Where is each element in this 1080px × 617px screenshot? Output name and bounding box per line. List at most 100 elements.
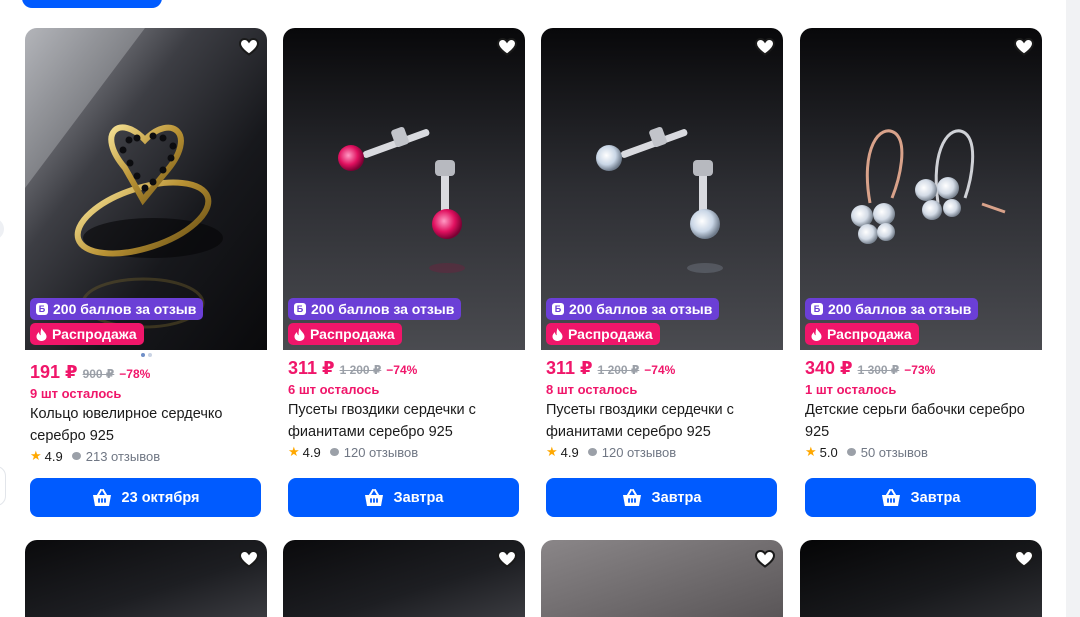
- product-card[interactable]: [541, 540, 783, 617]
- product-image[interactable]: Б 200 баллов за отзыв Распродажа: [283, 28, 525, 350]
- product-photo: [283, 540, 525, 617]
- discount: −74%: [386, 363, 418, 377]
- favorite-button[interactable]: [237, 547, 261, 571]
- favorite-button[interactable]: [237, 35, 261, 59]
- sale-badge-label: Распродажа: [568, 326, 653, 342]
- basket-icon: [622, 488, 641, 506]
- favorite-button[interactable]: [495, 35, 519, 59]
- carousel-edge-control[interactable]: [0, 218, 4, 240]
- stock-left: 1 шт осталось: [805, 382, 897, 397]
- add-to-cart-button[interactable]: Завтра: [805, 478, 1036, 517]
- product-card[interactable]: [25, 540, 267, 617]
- heart-icon: [239, 38, 259, 56]
- product-card[interactable]: Б 200 баллов за отзыв Распродажа 311 ₽ 1…: [541, 28, 783, 517]
- chat-bubble-icon: [846, 448, 856, 456]
- chat-bubble-icon: [329, 448, 339, 456]
- reviews-count: 120 отзывов: [343, 444, 419, 460]
- product-image[interactable]: [25, 540, 267, 617]
- points-b-icon: Б: [811, 303, 823, 315]
- rating-row[interactable]: ★ 5.0 50 отзывов: [805, 444, 1037, 460]
- heart-icon: [755, 38, 775, 56]
- image-pager-dots[interactable]: [141, 353, 152, 357]
- points-badge-label: 200 баллов за отзыв: [311, 301, 455, 317]
- product-card[interactable]: [800, 540, 1042, 617]
- delivery-label: Завтра: [910, 489, 961, 506]
- rating-value: 4.9: [302, 444, 321, 460]
- reviews-count: 50 отзывов: [860, 444, 928, 460]
- old-price: 1 200 ₽: [339, 363, 382, 377]
- pager-dot[interactable]: [148, 353, 152, 357]
- product-title[interactable]: Детские серьги бабочки серебро 925: [805, 399, 1037, 443]
- top-button-fragment[interactable]: [22, 0, 162, 8]
- heart-icon: [239, 550, 259, 568]
- product-photo: [25, 540, 267, 617]
- delivery-label: 23 октября: [121, 489, 200, 506]
- star-icon: ★: [288, 444, 300, 459]
- discount: −73%: [904, 363, 936, 377]
- product-image[interactable]: [283, 540, 525, 617]
- sale-badge: Распродажа: [288, 323, 402, 345]
- sale-badge: Распродажа: [546, 323, 660, 345]
- points-b-icon: Б: [552, 303, 564, 315]
- rating-row[interactable]: ★ 4.9 120 отзывов: [288, 444, 520, 460]
- rating-row[interactable]: ★ 4.9 213 отзывов: [30, 448, 262, 464]
- product-card[interactable]: [283, 540, 525, 617]
- add-to-cart-button[interactable]: 23 октября: [30, 478, 261, 517]
- price: 340 ₽: [805, 358, 853, 378]
- add-to-cart-button[interactable]: Завтра: [546, 478, 777, 517]
- old-price: 1 300 ₽: [857, 363, 900, 377]
- basket-icon: [364, 488, 383, 506]
- rating-value: 5.0: [819, 444, 838, 460]
- reviews-count: 120 отзывов: [601, 444, 677, 460]
- stock-left: 8 шт осталось: [546, 382, 638, 397]
- product-photo: [800, 540, 1042, 617]
- old-price: 900 ₽: [82, 367, 115, 381]
- product-title[interactable]: Пусеты гвоздики сердечки с фианитами сер…: [546, 399, 778, 443]
- chat-bubble-icon: [587, 448, 597, 456]
- points-badge: Б 200 баллов за отзыв: [30, 298, 204, 320]
- star-icon: ★: [30, 448, 42, 463]
- product-card[interactable]: Б 200 баллов за отзыв Распродажа 191 ₽ 9…: [25, 28, 267, 517]
- product-image[interactable]: Б 200 баллов за отзыв Распродажа: [25, 28, 267, 350]
- favorite-button[interactable]: [1012, 35, 1036, 59]
- product-title[interactable]: Пусеты гвоздики сердечки с фианитами сер…: [288, 399, 520, 443]
- heart-icon: [497, 550, 517, 568]
- favorite-button[interactable]: [1012, 547, 1036, 571]
- sale-badge: Распродажа: [30, 323, 144, 345]
- rating-value: 4.9: [560, 444, 579, 460]
- product-image[interactable]: [541, 540, 783, 617]
- reviews-count: 213 отзывов: [85, 448, 161, 464]
- add-to-cart-button[interactable]: Завтра: [288, 478, 519, 517]
- star-icon: ★: [546, 444, 558, 459]
- product-image[interactable]: [800, 540, 1042, 617]
- product-title[interactable]: Кольцо ювелирное сердечко серебро 925: [30, 403, 262, 447]
- sale-badge-label: Распродажа: [310, 326, 395, 342]
- points-badge-label: 200 баллов за отзыв: [828, 301, 972, 317]
- sale-badge-label: Распродажа: [52, 326, 137, 342]
- scrollbar[interactable]: [1066, 0, 1080, 617]
- stock-left: 9 шт осталось: [30, 386, 122, 401]
- heart-icon: [497, 38, 517, 56]
- favorite-button[interactable]: [753, 547, 777, 571]
- heart-icon: [1014, 38, 1034, 56]
- sale-badge: Распродажа: [805, 323, 919, 345]
- rating-row[interactable]: ★ 4.9 120 отзывов: [546, 444, 778, 460]
- fire-icon: [36, 327, 47, 341]
- price: 311 ₽: [288, 358, 335, 378]
- pager-dot[interactable]: [141, 353, 145, 357]
- points-badge: Б 200 баллов за отзыв: [546, 298, 720, 320]
- favorite-button[interactable]: [753, 35, 777, 59]
- product-image[interactable]: Б 200 баллов за отзыв Распродажа: [541, 28, 783, 350]
- side-panel-edge[interactable]: [0, 466, 6, 506]
- favorite-button[interactable]: [495, 547, 519, 571]
- points-b-icon: Б: [294, 303, 306, 315]
- product-card[interactable]: Б 200 баллов за отзыв Распродажа 340 ₽ 1…: [800, 28, 1042, 517]
- discount: −78%: [119, 367, 151, 381]
- points-badge-label: 200 баллов за отзыв: [569, 301, 713, 317]
- basket-icon: [881, 488, 900, 506]
- chat-bubble-icon: [71, 452, 81, 460]
- price: 311 ₽: [546, 358, 593, 378]
- fire-icon: [552, 327, 563, 341]
- product-card[interactable]: Б 200 баллов за отзыв Распродажа 311 ₽ 1…: [283, 28, 525, 517]
- product-image[interactable]: Б 200 баллов за отзыв Распродажа: [800, 28, 1042, 350]
